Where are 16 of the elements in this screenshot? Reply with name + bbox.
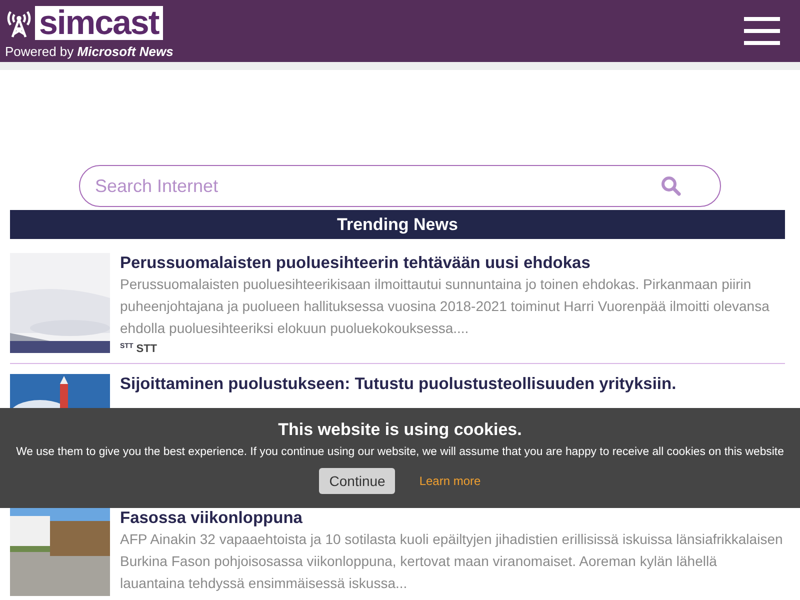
menu-icon[interactable] — [744, 17, 780, 45]
article-title[interactable]: Sijoittaminen puolustukseen: Tutustu puolustusteollisuuden yrityksiin. — [120, 374, 785, 394]
section-header: Trending News — [10, 210, 785, 239]
search-field[interactable]: Search Internet — [79, 165, 721, 207]
continue-button[interactable]: Continue — [319, 468, 396, 494]
cookie-text: We use them to give you the best experience. If you continue using our website, we will assume that you are happy to receive all cookies on this website — [15, 446, 785, 458]
article-title[interactable]: Perussuomalaisten puoluesihteerin tehtävään uusi ehdokas — [120, 253, 785, 273]
article-title[interactable]: Fasossa viikonloppuna — [120, 508, 785, 528]
logo[interactable]: simcast — [35, 6, 163, 40]
powered-by-text: Powered by Microsoft News — [5, 44, 174, 58]
article-summary: AFP Ainakin 32 vapaaehtoista ja 10 sotilasta kuoli epäiltyjen jihadistien erillisissä iskuissa länsiafrikkalaisen Burkina Fason pohjoisosassa viikonloppuna, kertovat maan viranomaiset. Aoreman kylän lähellä lauantaina tehdyssä ensimmäisessä iskussa... — [120, 530, 784, 593]
article-summary: Perussuomalaisten puoluesihteerikisaan ilmoittautui sunnuntaina jo toinen ehdokas. Pirkanmaan piirin puheenjohtajana ja puolueen hallituksessa vuosina 2018-2021 toiminut Harri Vuorenpää ilmoitti olevansa ehdolla puoluesihteeriksi elokuun puoluekokouksessa.... — [120, 275, 770, 338]
search-icon[interactable] — [661, 176, 681, 196]
learn-more-link[interactable]: Learn more — [419, 474, 481, 488]
cookie-title: This website is using cookies. — [277, 420, 523, 440]
source-name: STT — [136, 343, 158, 355]
